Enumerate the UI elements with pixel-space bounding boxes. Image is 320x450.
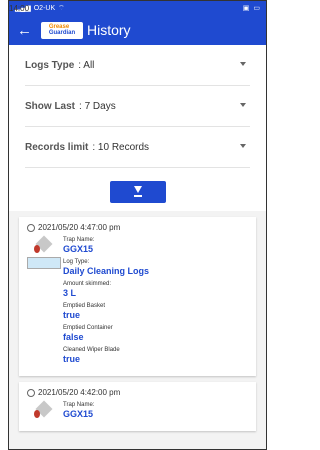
emptied-container-value: false bbox=[63, 332, 84, 342]
filters-panel: Logs Type : All Show Last : 7 Days Recor… bbox=[9, 45, 266, 168]
download-icon bbox=[133, 186, 143, 198]
log-timestamp: 2021/05/20 4:47:00 pm bbox=[38, 223, 121, 232]
grease-trap-icon bbox=[33, 235, 53, 254]
field-label: Trap Name: bbox=[63, 402, 95, 408]
logs-type-value: : All bbox=[78, 59, 95, 71]
phone-screen: ▂▄▆ O2-UK ⌔ 14:00 ▣ ▭ ← Grease Guardian … bbox=[8, 0, 267, 450]
status-bar: ▂▄▆ O2-UK ⌔ 14:00 ▣ ▭ bbox=[9, 1, 266, 15]
log-card[interactable]: 2021/05/20 4:42:00 pm Trap Name: GGX15 bbox=[19, 382, 256, 431]
back-arrow-icon[interactable]: ← bbox=[17, 22, 41, 39]
chevron-down-icon bbox=[240, 103, 246, 107]
cleaned-wiper-blade-value: true bbox=[63, 354, 81, 364]
records-limit-label: Records limit bbox=[25, 141, 89, 153]
field-label: Emptied Basket bbox=[63, 303, 106, 309]
field-label: Trap Name: bbox=[63, 237, 95, 243]
download-button[interactable] bbox=[109, 181, 166, 203]
log-card[interactable]: 2021/05/20 4:47:00 pm Trap Name: GGX15 L… bbox=[19, 217, 256, 376]
notification-icon: ▣ bbox=[242, 5, 250, 12]
field-label: Cleaned Wiper Blade bbox=[63, 347, 120, 353]
clock-icon bbox=[27, 223, 35, 232]
records-limit-select[interactable]: Records limit : 10 Records bbox=[25, 127, 250, 168]
field-label: Amount skimmed: bbox=[63, 281, 112, 287]
clock-time: 14:00 bbox=[9, 3, 30, 13]
amount-skimmed-value: 3 L bbox=[63, 288, 77, 298]
chevron-down-icon bbox=[240, 62, 246, 66]
records-limit-value: : 10 Records bbox=[92, 141, 150, 153]
trap-name-value: GGX15 bbox=[63, 244, 94, 254]
trap-name-value: GGX15 bbox=[63, 409, 94, 419]
field-label: Emptied Container bbox=[63, 325, 113, 331]
field-label: Log Type: bbox=[63, 259, 90, 265]
battery-icon: ▭ bbox=[253, 5, 260, 12]
app-bar: ← Grease Guardian History bbox=[9, 15, 266, 45]
logs-type-label: Logs Type bbox=[25, 59, 75, 71]
show-last-select[interactable]: Show Last : 7 Days bbox=[25, 86, 250, 127]
page-title: History bbox=[87, 22, 131, 38]
log-type-value: Daily Cleaning Logs bbox=[63, 266, 150, 276]
cleaning-log-icon bbox=[27, 257, 61, 269]
chevron-down-icon bbox=[240, 144, 246, 148]
show-last-label: Show Last bbox=[25, 100, 76, 112]
show-last-value: : 7 Days bbox=[79, 100, 116, 112]
logs-type-select[interactable]: Logs Type : All bbox=[25, 45, 250, 86]
clock-icon bbox=[27, 388, 35, 397]
grease-guardian-logo: Grease Guardian bbox=[41, 21, 83, 39]
emptied-basket-value: true bbox=[63, 310, 81, 320]
log-timestamp: 2021/05/20 4:42:00 pm bbox=[38, 388, 121, 397]
grease-trap-icon bbox=[33, 400, 53, 419]
history-list[interactable]: 2021/05/20 4:47:00 pm Trap Name: GGX15 L… bbox=[9, 211, 266, 449]
